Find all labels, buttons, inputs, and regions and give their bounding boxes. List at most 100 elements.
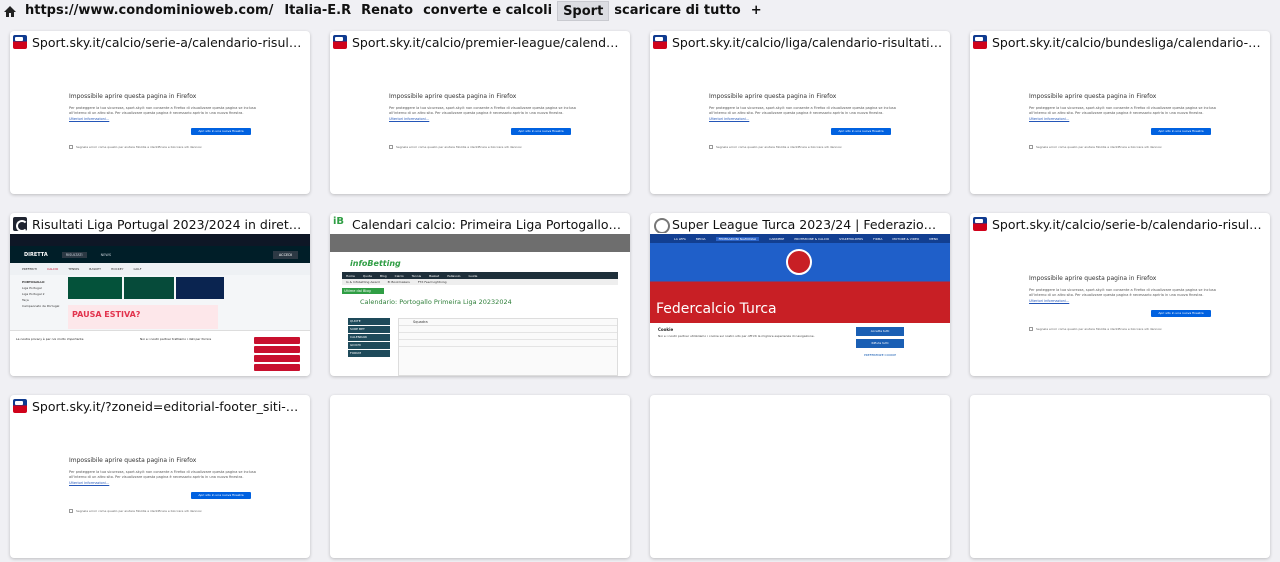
menu-button[interactable]: MENU (929, 237, 938, 241)
nav-tennis[interactable]: Tennis (412, 274, 421, 278)
error-page: Impossibile aprire questa pagina in Fire… (389, 93, 589, 149)
tile-serie-b[interactable]: Sport.sky.it/calcio/serie-b/calendario-r… (970, 213, 1270, 376)
error-body: Per proteggere la tua sicurezza, sport.s… (69, 106, 256, 115)
tile-title: Sport.sky.it/calcio/serie-a/calendario-r… (32, 34, 304, 50)
open-new-window-button[interactable]: Apri sito in una nuova finestra (191, 128, 251, 135)
sport-basket[interactable]: BASKET (89, 267, 101, 271)
cookie-more-button[interactable] (254, 355, 300, 362)
report-checkbox[interactable] (69, 509, 73, 513)
sport-golf[interactable]: GOLF (133, 267, 141, 271)
tile-uefa[interactable]: Super League Turca 2023/24 | Federazioni… (650, 213, 950, 376)
tile-serie-a[interactable]: Sport.sky.it/calcio/serie-a/calendario-r… (10, 31, 310, 194)
error-page: Impossibile aprire questa pagina in Fire… (1029, 275, 1229, 331)
tile-bundesliga[interactable]: Sport.sky.it/calcio/bundesliga/calendari… (970, 31, 1270, 194)
report-checkbox[interactable] (1029, 145, 1033, 149)
nav-item[interactable]: MOTORE & VIDEO (892, 237, 919, 241)
nav-blog[interactable]: Blog (380, 274, 387, 278)
report-checkbox[interactable] (389, 145, 393, 149)
nav-item[interactable]: FEDERAZIONI NAZIONALI (715, 236, 760, 241)
subnav-item[interactable]: Io & Infobetting Award (346, 280, 380, 284)
diretta-icon (13, 217, 28, 232)
menu-sure-bet[interactable]: SURE BET (348, 326, 390, 333)
nav-pallavolo[interactable]: Pallavolo (447, 274, 460, 278)
error-body: Per proteggere la tua sicurezza, sport.s… (389, 106, 576, 115)
open-new-window-button[interactable]: Apri sito in una nuova finestra (191, 492, 251, 499)
add-bookmark-button[interactable]: + (746, 1, 767, 21)
nav-item[interactable]: STAKEHOLDERS (839, 237, 863, 241)
more-info-link[interactable]: Ulteriori informazioni… (69, 117, 269, 121)
cookie-accept-button[interactable] (254, 337, 300, 344)
cookie-reject-button[interactable] (254, 346, 300, 353)
bookmark-converte-calcoli[interactable]: converte e calcoli (418, 1, 557, 21)
error-heading: Impossibile aprire questa pagina in Fire… (1029, 275, 1157, 282)
sport-calcio[interactable]: CALCIO (47, 267, 58, 271)
tab-news[interactable]: NEWS (101, 253, 112, 257)
menu-calendari[interactable]: CALENDARI (348, 334, 390, 341)
tile-empty[interactable] (970, 395, 1270, 558)
menu-forum[interactable]: FORUM (348, 350, 390, 357)
open-new-window-button[interactable]: Apri sito in una nuova finestra (1151, 128, 1211, 135)
left-menu: QUOTE SURE BET CALENDARI GIOCHI FORUM (348, 318, 390, 358)
open-new-window-button[interactable]: Apri sito in una nuova finestra (1151, 310, 1211, 317)
cookie-text-right: Noi e i nostri partner trattiamo i dati … (140, 337, 212, 341)
sky-sport-icon (973, 35, 987, 49)
sport-tennis[interactable]: TENNIS (68, 267, 79, 271)
report-checkbox[interactable] (69, 145, 73, 149)
tile-empty[interactable] (650, 395, 950, 558)
error-page: Impossibile aprire questa pagina in Fire… (69, 93, 269, 149)
more-info-link[interactable]: Ulteriori informazioni… (1029, 117, 1229, 121)
menu-quote[interactable]: QUOTE (348, 318, 390, 325)
subnav-item[interactable]: Ei Bookmakers (388, 280, 410, 284)
promo-banner: PAUSA ESTIVA? (68, 305, 218, 329)
home-icon[interactable] (0, 0, 20, 22)
nav-item[interactable]: PROTEZIONE & CALCIO (794, 237, 829, 241)
cookie-settings-button[interactable] (254, 364, 300, 371)
login-button[interactable]: ACCEDI (272, 250, 298, 259)
nav-basket[interactable]: Basket (429, 274, 439, 278)
bookmark-italia-er[interactable]: Italia-E.R (279, 1, 356, 21)
report-label: Segnala errori come questo per aiutare M… (76, 509, 202, 513)
cookie-preferences-link[interactable]: PREFERENZE COOKIE (864, 353, 896, 357)
nav-calcio[interactable]: Calcio (395, 274, 404, 278)
more-info-link[interactable]: Ulteriori informazioni… (709, 117, 909, 121)
nav-item[interactable]: FIRMA (873, 237, 882, 241)
cookie-dialog: Cookie Noi e i nostri partner utilizziam… (650, 323, 950, 376)
menu-giochi[interactable]: GIOCHI (348, 342, 390, 349)
tile-empty[interactable] (330, 395, 630, 558)
nav-item[interactable]: CARRIERE (769, 237, 784, 241)
tile-sky-footer[interactable]: Sport.sky.it/?zoneid=editorial-footer_si… (10, 395, 310, 558)
open-new-window-button[interactable]: Apri sito in una nuova finestra (511, 128, 571, 135)
tab-risultati[interactable]: RISULTATI (61, 251, 87, 258)
sport-preferiti[interactable]: PREFERITI (22, 267, 37, 271)
reject-all-button[interactable]: Rifiuta tutti (856, 339, 904, 348)
bookmark-sport[interactable]: Sport (557, 1, 610, 21)
bookmark-renato[interactable]: Renato (356, 1, 418, 21)
bookmark-condominioweb[interactable]: https://www.condominioweb.com/ (20, 1, 279, 21)
accept-all-button[interactable]: Accetta tutti (856, 327, 904, 336)
sport-hockey[interactable]: HOCKEY (111, 267, 123, 271)
more-info-link[interactable]: Ulteriori informazioni… (1029, 299, 1229, 303)
tile-infobetting[interactable]: Calendari calcio: Primeira Liga Portogal… (330, 213, 630, 376)
nav-home[interactable]: Home (346, 274, 355, 278)
table-row (399, 340, 617, 347)
tile-liga[interactable]: Sport.sky.it/calcio/liga/calendario-risu… (650, 31, 950, 194)
error-heading: Impossibile aprire questa pagina in Fire… (69, 457, 197, 464)
blog-label[interactable]: Ultime dal Blog (342, 288, 384, 294)
report-checkbox[interactable] (709, 145, 713, 149)
more-info-link[interactable]: Ulteriori informazioni… (69, 481, 269, 485)
tile-premier-league[interactable]: Sport.sky.it/calcio/premier-league/calen… (330, 31, 630, 194)
report-checkbox[interactable] (1029, 327, 1033, 331)
error-page: Impossibile aprire questa pagina in Fire… (69, 457, 269, 513)
nav-item[interactable]: LA LEFA (674, 237, 686, 241)
cookie-banner: La nostra privacy è per noi molto import… (10, 330, 310, 376)
bookmark-scaricare[interactable]: scaricare di tutto (609, 1, 745, 21)
nav-item[interactable]: MEDIA (696, 237, 706, 241)
nav-quote[interactable]: Quote (363, 274, 372, 278)
uefa-preview: LA LEFA MEDIA FEDERAZIONI NAZIONALI CARR… (650, 234, 950, 376)
open-new-window-button[interactable]: Apri sito in una nuova finestra (831, 128, 891, 135)
more-info-link[interactable]: Ulteriori informazioni… (389, 117, 589, 121)
tile-diretta[interactable]: Risultati Liga Portugal 2023/2024 in dir… (10, 213, 310, 376)
sidebar-item[interactable]: Campeonato de Portugal (22, 303, 62, 309)
nav-guide[interactable]: Guide (469, 274, 478, 278)
subnav-item[interactable]: FTX Feed Lightning (418, 280, 447, 284)
